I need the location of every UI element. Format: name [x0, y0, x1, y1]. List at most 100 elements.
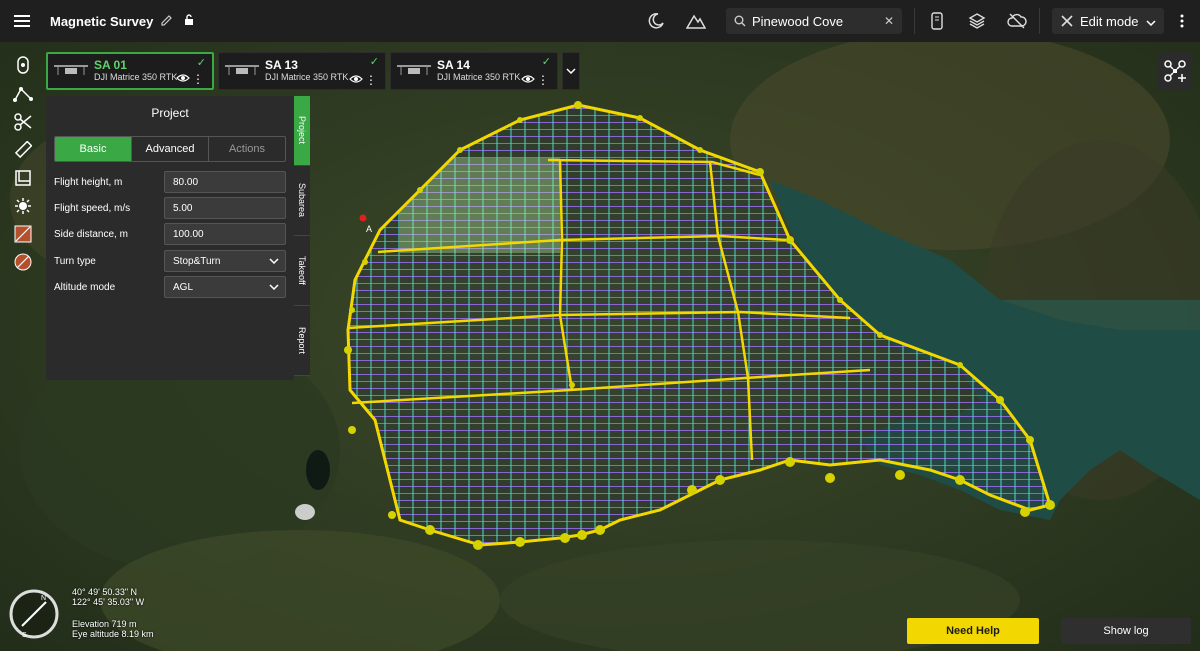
flight-speed-field: Flight speed, m/s 5.00: [54, 197, 286, 219]
compass-north-label: N: [41, 595, 46, 602]
field-label: Turn type: [54, 255, 96, 267]
turn-type-select[interactable]: Stop&Turn: [164, 250, 286, 272]
drone-model: DJI Matrice 350 RTK: [94, 72, 178, 82]
drone-name: SA 14: [437, 58, 470, 72]
drone-icon: [397, 65, 431, 75]
eye-icon[interactable]: [521, 74, 535, 84]
turn-type-field: Turn type Stop&Turn: [54, 250, 286, 272]
clear-search-icon[interactable]: ✕: [884, 14, 894, 28]
settings-tabs: Basic Advanced Actions: [54, 136, 286, 162]
edit-mode-select[interactable]: Edit mode: [1052, 8, 1164, 34]
eye-altitude-text: Eye altitude 8.19 km: [72, 629, 154, 639]
tab-basic[interactable]: Basic: [55, 137, 132, 161]
project-panel: Project Basic Advanced Actions Flight he…: [46, 96, 294, 380]
pencil-icon[interactable]: [161, 14, 175, 28]
flight-speed-input[interactable]: 5.00: [164, 197, 286, 219]
compass-icon[interactable]: N S: [8, 588, 60, 640]
more-vertical-icon[interactable]: ⋮: [365, 74, 377, 86]
chevron-down-icon: [269, 282, 279, 293]
location-search[interactable]: ✕: [726, 8, 902, 34]
more-vertical-icon[interactable]: [1164, 0, 1200, 42]
project-title: Magnetic Survey: [50, 13, 154, 29]
drone-card[interactable]: SA 13 DJI Matrice 350 RTK ✓ ⋮: [218, 52, 386, 90]
lock-icon[interactable]: [183, 14, 197, 28]
search-icon: [734, 15, 746, 27]
map-import-icon[interactable]: [8, 166, 38, 190]
longitude-text: 122° 45' 35.03" W: [72, 597, 145, 607]
side-tab-label: Project: [297, 116, 307, 145]
chevron-down-icon: [566, 68, 576, 74]
drone-icon: [225, 65, 259, 75]
drone-icon: [54, 65, 88, 75]
chevron-down-icon: [1146, 14, 1156, 29]
drone-model: DJI Matrice 350 RTK: [265, 72, 349, 82]
terrain-icon[interactable]: [676, 0, 716, 42]
scissors-icon[interactable]: [8, 110, 38, 134]
panel-title: Project: [151, 106, 189, 120]
field-value: 80.00: [173, 176, 199, 188]
layers-icon[interactable]: [957, 0, 997, 42]
field-label: Flight height, m: [54, 176, 123, 188]
side-tab-project[interactable]: Project: [294, 96, 310, 166]
night-mode-icon[interactable]: [636, 0, 676, 42]
chevron-down-icon: [269, 256, 279, 267]
drone-name: SA 01: [94, 58, 127, 72]
drone-name: SA 13: [265, 58, 298, 72]
side-distance-field: Side distance, m 100.00: [54, 223, 286, 245]
check-icon: ✓: [196, 57, 206, 69]
drone-position-icon[interactable]: [8, 54, 38, 78]
check-icon: ✓: [369, 56, 379, 68]
no-fly-zone-icon[interactable]: [8, 222, 38, 246]
side-distance-input[interactable]: 100.00: [164, 223, 286, 245]
need-help-button[interactable]: Need Help: [907, 618, 1039, 644]
elevation-text: Elevation 719 m: [72, 619, 137, 629]
eye-icon[interactable]: [349, 74, 363, 84]
tools-icon: [1061, 15, 1073, 27]
field-label: Altitude mode: [54, 281, 116, 293]
side-tab-label: Subarea: [297, 183, 307, 218]
expand-cards-button[interactable]: [562, 52, 580, 90]
flight-height-input[interactable]: 80.00: [164, 171, 286, 193]
drone-add-icon: [1164, 60, 1186, 82]
map-coordinates: 40° 49' 50.33" N 122° 45' 35.03" W Eleva…: [72, 587, 154, 639]
tab-actions[interactable]: Actions: [209, 137, 285, 161]
latitude-text: 40° 49' 50.33" N: [72, 587, 138, 597]
cloud-offline-icon[interactable]: [997, 0, 1037, 42]
drone-cards: SA 01 DJI Matrice 350 RTK ✓ ⋮ SA 13 DJI …: [46, 52, 580, 90]
show-log-button[interactable]: Show log: [1061, 618, 1191, 644]
drone-model: DJI Matrice 350 RTK: [437, 72, 521, 82]
eye-icon[interactable]: [176, 73, 190, 83]
ruler-icon[interactable]: [8, 138, 38, 162]
edit-mode-label: Edit mode: [1080, 13, 1139, 29]
field-label: Flight speed, m/s: [54, 202, 131, 214]
hamburger-menu-icon[interactable]: [0, 0, 44, 42]
search-input[interactable]: [752, 13, 872, 29]
top-bar: Magnetic Survey ✕ Edit mode: [0, 0, 1200, 42]
more-vertical-icon[interactable]: ⋮: [192, 73, 204, 85]
side-tab-takeoff[interactable]: Takeoff: [294, 236, 310, 306]
altitude-mode-field: Altitude mode AGL: [54, 276, 286, 298]
side-tab-label: Report: [297, 326, 307, 354]
side-tab-label: Takeoff: [297, 256, 307, 285]
compass-south-label: S: [22, 632, 27, 639]
altitude-mode-select[interactable]: AGL: [164, 276, 286, 298]
more-vertical-icon[interactable]: ⋮: [537, 74, 549, 86]
field-value: AGL: [173, 281, 194, 293]
restricted-area-icon[interactable]: [8, 250, 38, 274]
tab-advanced[interactable]: Advanced: [132, 137, 209, 161]
left-toolbar: [8, 54, 38, 274]
add-drone-button[interactable]: [1158, 52, 1192, 90]
side-tab-report[interactable]: Report: [294, 306, 310, 376]
check-icon: ✓: [541, 56, 551, 68]
field-value: Stop&Turn: [173, 255, 221, 267]
remote-controller-icon[interactable]: [917, 0, 957, 42]
field-value: 5.00: [173, 202, 193, 214]
drone-card[interactable]: SA 14 DJI Matrice 350 RTK ✓ ⋮: [390, 52, 558, 90]
obstacle-icon[interactable]: [8, 194, 38, 218]
side-tab-subarea[interactable]: Subarea: [294, 166, 310, 236]
marker-a-label[interactable]: A: [366, 224, 372, 234]
field-value: 100.00: [173, 228, 204, 240]
polyline-icon[interactable]: [8, 82, 38, 106]
panel-side-tabs: Project Subarea Takeoff Report: [294, 96, 310, 376]
drone-card[interactable]: SA 01 DJI Matrice 350 RTK ✓ ⋮: [46, 52, 214, 90]
